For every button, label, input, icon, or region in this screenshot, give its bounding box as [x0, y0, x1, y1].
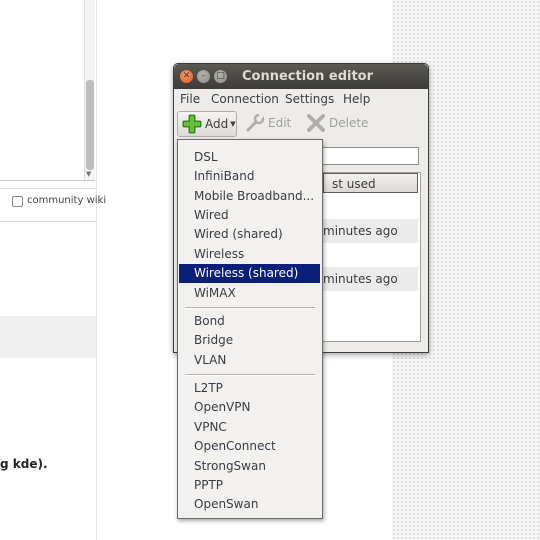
add-dropdown-menu: DSL InfiniBand Mobile Broadband... Wired…: [177, 139, 323, 519]
add-label: Add: [205, 117, 229, 131]
filter-input[interactable]: [322, 147, 419, 165]
list-item[interactable]: minutes ago: [323, 219, 418, 243]
delete-label: Delete: [329, 116, 369, 130]
column-header-last-used[interactable]: st used: [323, 173, 418, 193]
menu-item-vpnc[interactable]: VPNC: [178, 418, 322, 437]
menu-help[interactable]: Help: [343, 92, 370, 106]
titlebar[interactable]: ✕ – □ Connection editor: [174, 64, 428, 89]
menu-item-wimax[interactable]: WiMAX: [178, 284, 322, 303]
menubar: File Connection Settings Help: [174, 89, 428, 109]
vertical-scrollbar[interactable]: ▼: [84, 0, 95, 180]
window-title: Connection editor: [242, 69, 374, 84]
menu-item-openswan[interactable]: OpenSwan: [178, 495, 322, 514]
background-text: g kde).: [0, 457, 48, 471]
menu-item-mobile-broadband[interactable]: Mobile Broadband...: [178, 187, 322, 206]
menu-item-wireless-shared[interactable]: Wireless (shared): [179, 264, 320, 283]
connection-list[interactable]: st used minutes ago minutes ago: [322, 172, 421, 342]
edit-label: Edit: [268, 116, 292, 130]
divider: [0, 188, 96, 189]
wrench-icon: [246, 113, 265, 132]
toolbar: Add ▼ Edit Delete: [174, 109, 428, 139]
menu-item-wired-shared[interactable]: Wired (shared): [178, 225, 322, 244]
x-icon: [307, 114, 325, 132]
plus-icon: [182, 114, 202, 134]
list-item[interactable]: minutes ago: [323, 267, 418, 291]
menu-connection[interactable]: Connection: [211, 92, 279, 106]
menu-item-vlan[interactable]: VLAN: [178, 351, 322, 370]
menu-item-l2tp[interactable]: L2TP: [178, 379, 322, 398]
add-button[interactable]: Add ▼: [177, 111, 237, 137]
minimize-icon[interactable]: –: [197, 70, 210, 83]
divider: [96, 0, 97, 540]
background-panel: [0, 316, 96, 358]
edit-button[interactable]: Edit: [241, 111, 291, 135]
chevron-down-icon: ▼: [230, 120, 236, 128]
divider: [0, 221, 96, 222]
menu-item-strongswan[interactable]: StrongSwan: [178, 457, 322, 476]
community-wiki-checkbox[interactable]: [12, 196, 23, 207]
close-icon[interactable]: ✕: [180, 70, 193, 83]
menu-item-wired[interactable]: Wired: [178, 206, 322, 225]
text-area[interactable]: [0, 0, 95, 181]
delete-button[interactable]: Delete: [302, 111, 368, 135]
menu-settings[interactable]: Settings: [285, 92, 334, 106]
menu-separator: [185, 307, 315, 309]
menu-item-bond[interactable]: Bond: [178, 312, 322, 331]
scrollbar-thumb[interactable]: [86, 80, 94, 170]
menu-item-openconnect[interactable]: OpenConnect: [178, 437, 322, 456]
menu-item-infiniband[interactable]: InfiniBand: [178, 167, 322, 186]
menu-item-openvpn[interactable]: OpenVPN: [178, 398, 322, 417]
menu-separator: [185, 374, 315, 376]
community-wiki-label: community wiki: [27, 195, 107, 206]
menu-item-pptp[interactable]: PPTP: [178, 476, 322, 495]
menu-item-bridge[interactable]: Bridge: [178, 331, 322, 350]
menu-item-wireless[interactable]: Wireless: [178, 245, 322, 264]
maximize-icon[interactable]: □: [214, 70, 227, 83]
scroll-down-arrow-icon[interactable]: ▼: [86, 170, 91, 178]
menu-file[interactable]: File: [180, 92, 200, 106]
menu-item-dsl[interactable]: DSL: [178, 148, 322, 167]
